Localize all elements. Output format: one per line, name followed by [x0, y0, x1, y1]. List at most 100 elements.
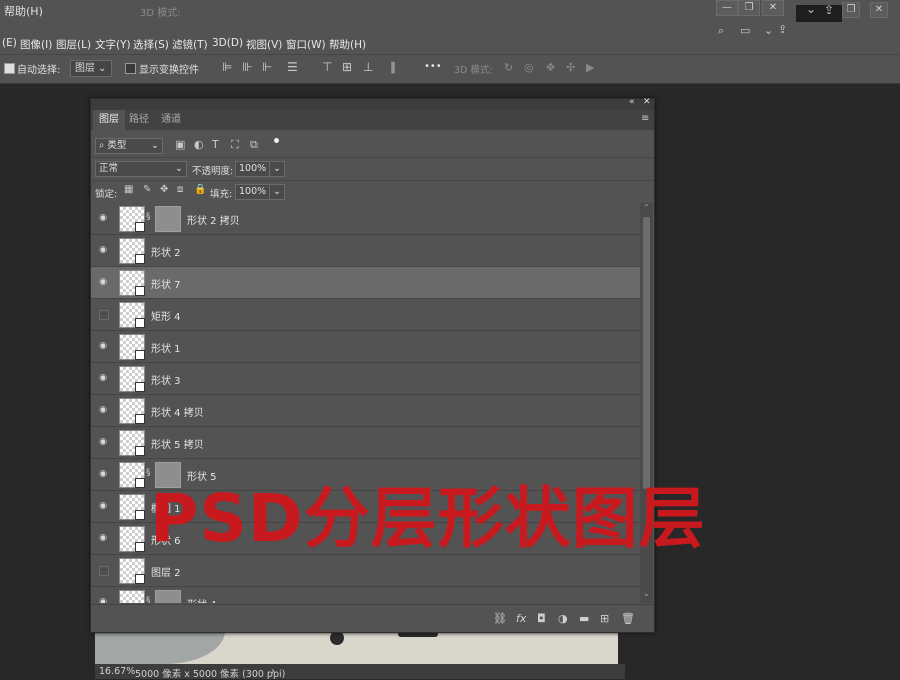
fx-icon[interactable]: fx: [516, 612, 526, 625]
eye-icon[interactable]: ◉: [97, 501, 109, 511]
menu-type[interactable]: 文字(Y): [95, 37, 131, 52]
opacity-chevron-icon[interactable]: ⌄: [269, 161, 285, 177]
share-icon[interactable]: ⇪: [824, 3, 834, 17]
layer-row[interactable]: ◉ 形状 4 拷贝: [91, 395, 640, 427]
panel-menu-icon[interactable]: ≡: [641, 113, 649, 124]
lock-pixels-icon[interactable]: ✎: [143, 184, 151, 195]
eye-icon[interactable]: ◉: [97, 277, 109, 287]
layer-row[interactable]: ◉ 形状 7: [91, 267, 640, 299]
document-info[interactable]: 5000 像素 x 5000 像素 (300 ppi): [135, 666, 285, 680]
adjustment-layer-icon[interactable]: ◑: [558, 612, 568, 625]
align-right-icon[interactable]: ⊩: [262, 60, 272, 74]
help-menu-ghost[interactable]: 帮助(H): [4, 3, 43, 19]
menu-image[interactable]: 图像(I): [20, 37, 52, 52]
layer-thumbnail[interactable]: [119, 430, 145, 456]
menu-help[interactable]: 帮助(H): [329, 37, 366, 52]
link-layers-icon[interactable]: ⛓: [493, 612, 507, 625]
eye-icon[interactable]: ◉: [97, 245, 109, 255]
eye-icon[interactable]: ◉: [97, 597, 109, 603]
distribute-vertical-icon[interactable]: ∥: [390, 60, 396, 74]
restore-button-2[interactable]: ❐: [842, 2, 860, 18]
visibility-toggle[interactable]: [99, 566, 109, 576]
search-icon[interactable]: ⌕: [718, 24, 724, 38]
layer-thumbnail[interactable]: [119, 590, 145, 603]
pan-3d-icon[interactable]: ✥: [546, 61, 555, 74]
eye-icon[interactable]: ◉: [97, 437, 109, 447]
opacity-input[interactable]: 100%: [235, 161, 273, 177]
menu-view[interactable]: 视图(V): [246, 37, 282, 52]
tab-paths[interactable]: 路径: [123, 110, 155, 130]
scrollbar-thumb[interactable]: [643, 217, 650, 489]
align-left-icon[interactable]: ⊫: [222, 60, 232, 74]
collapse-icon[interactable]: «: [629, 97, 635, 107]
eye-icon[interactable]: ◉: [97, 533, 109, 543]
eye-icon[interactable]: ◉: [97, 469, 109, 479]
fill-chevron-icon[interactable]: ⌄: [269, 184, 285, 200]
eye-icon[interactable]: ◉: [97, 341, 109, 351]
slide-3d-icon[interactable]: ✣: [566, 61, 575, 74]
filter-toggle-icon[interactable]: [274, 138, 279, 143]
menu-3d[interactable]: 3D(D): [212, 37, 243, 49]
lock-transparency-icon[interactable]: ▦: [124, 184, 133, 195]
filter-shape-icon[interactable]: ⛶: [231, 138, 239, 152]
auto-select-dropdown[interactable]: 图层 ⌄: [70, 60, 112, 77]
eye-icon[interactable]: ◉: [97, 213, 109, 223]
menu-window[interactable]: 窗口(W): [286, 37, 326, 52]
eye-icon[interactable]: ◉: [97, 373, 109, 383]
workspace-icon[interactable]: ▭: [740, 24, 750, 37]
add-mask-icon[interactable]: ◘: [537, 612, 546, 625]
filter-smart-object-icon[interactable]: ⧉: [250, 138, 258, 152]
align-center-icon[interactable]: ⊪: [242, 60, 252, 74]
close-button[interactable]: ✕: [762, 0, 784, 16]
layer-thumbnail[interactable]: [119, 270, 145, 296]
layer-thumbnail[interactable]: [119, 206, 145, 232]
fill-input[interactable]: 100%: [235, 184, 273, 200]
panel-header[interactable]: « ✕: [91, 97, 654, 110]
distribute-icon[interactable]: ☰: [287, 60, 298, 74]
layer-thumbnail[interactable]: [119, 334, 145, 360]
layer-row[interactable]: 矩形 4: [91, 299, 640, 331]
share-icon-2[interactable]: ⇪: [778, 23, 787, 36]
trash-icon[interactable]: 🗑: [621, 612, 635, 625]
layer-thumbnail[interactable]: [119, 494, 145, 520]
filter-type-icon[interactable]: T: [212, 138, 219, 151]
layer-row[interactable]: ◉ 形状 5 拷贝: [91, 427, 640, 459]
tab-layers[interactable]: 图层: [93, 110, 125, 130]
blend-mode-dropdown[interactable]: 正常 ⌄: [95, 161, 187, 177]
layer-thumbnail[interactable]: [119, 462, 145, 488]
restore-button[interactable]: ❐: [738, 0, 760, 16]
visibility-toggle[interactable]: [99, 310, 109, 320]
tab-channels[interactable]: 通道: [155, 110, 187, 130]
layer-thumbnail[interactable]: [119, 366, 145, 392]
layer-row[interactable]: ◉ 形状 3: [91, 363, 640, 395]
layer-row[interactable]: ◉ 形状 2: [91, 235, 640, 267]
panel-close-icon[interactable]: ✕: [643, 97, 651, 107]
layer-thumbnail[interactable]: [119, 398, 145, 424]
scroll-down-icon[interactable]: ⌄: [643, 589, 650, 598]
align-bottom-icon[interactable]: ⊥: [363, 60, 373, 74]
menu-filter[interactable]: 滤镜(T): [172, 37, 208, 52]
chain-link-icon[interactable]: §: [146, 212, 154, 224]
eye-icon[interactable]: ◉: [97, 405, 109, 415]
camera-3d-icon[interactable]: ▶: [586, 61, 594, 74]
menu-select[interactable]: 选择(S): [133, 37, 169, 52]
filter-pixel-icon[interactable]: ▣: [175, 138, 185, 151]
new-layer-icon[interactable]: ⊞: [600, 612, 609, 625]
chain-link-icon[interactable]: §: [146, 596, 154, 603]
close-button-2[interactable]: ✕: [870, 2, 888, 18]
layer-mask-thumbnail[interactable]: [155, 206, 181, 232]
layer-mask-thumbnail[interactable]: [155, 590, 181, 603]
more-options-button[interactable]: •••: [424, 61, 442, 72]
layer-row[interactable]: ◉ § 形状 2 拷贝: [91, 203, 640, 235]
orbit-3d-icon[interactable]: ↻: [504, 61, 513, 74]
lock-position-icon[interactable]: ✥: [160, 184, 168, 195]
zoom-level[interactable]: 16.67%: [99, 666, 135, 677]
layer-row[interactable]: ◉ 形状 1: [91, 331, 640, 363]
group-folder-icon[interactable]: ▬: [579, 612, 589, 625]
minimize-button[interactable]: —: [716, 0, 738, 16]
filter-kind-dropdown[interactable]: ⌕ 类型 ⌄: [95, 138, 163, 154]
auto-select-checkbox[interactable]: [4, 63, 15, 74]
menu-layer[interactable]: 图层(L): [56, 37, 91, 52]
roll-3d-icon[interactable]: ◎: [524, 61, 534, 74]
layer-row[interactable]: ◉ § 形状 4: [91, 587, 640, 603]
